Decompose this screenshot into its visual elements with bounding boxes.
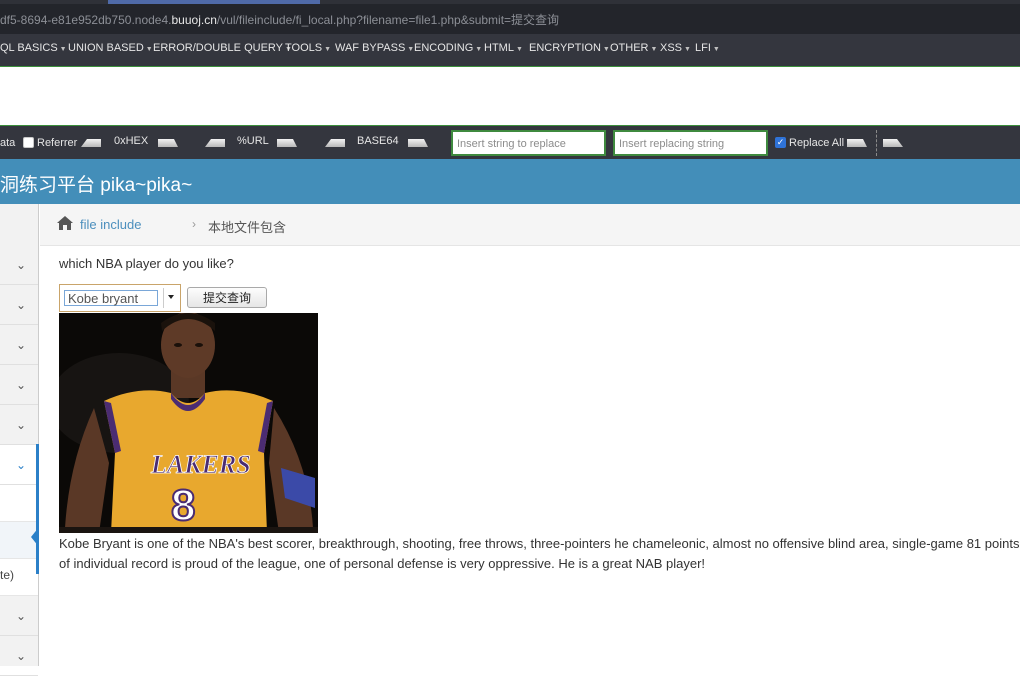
sidebar-item[interactable]: ⌄ bbox=[0, 245, 38, 285]
replace-all-checkbox[interactable]: ✓ bbox=[775, 137, 786, 148]
url-path: /vul/fileinclude/fi_local.php?filename=f… bbox=[216, 13, 560, 27]
home-icon[interactable] bbox=[56, 215, 74, 236]
sidebar-subitem[interactable] bbox=[0, 485, 38, 522]
chevron-down-icon: ⌄ bbox=[15, 338, 26, 352]
menu-tools[interactable]: TOOLS ▼ bbox=[285, 42, 331, 54]
chevron-down-icon: ▼ bbox=[59, 46, 67, 53]
replace-all-label: Replace All bbox=[789, 137, 845, 149]
breadcrumb-current: 本地文件包含 bbox=[208, 220, 287, 235]
menu-label: ERROR/DOUBLE QUERY bbox=[153, 42, 283, 54]
menu-xss[interactable]: XSS ▼ bbox=[660, 42, 691, 54]
sidebar-item[interactable]: ⌄ bbox=[0, 285, 38, 325]
chevron-down-icon: ⌄ bbox=[15, 649, 26, 663]
chevron-down-icon: ⌄ bbox=[15, 258, 26, 272]
menu-error-double-query[interactable]: ERROR/DOUBLE QUERY ▼ bbox=[153, 42, 292, 54]
chevron-down-icon: ▼ bbox=[684, 46, 691, 53]
chevron-down-icon: ⌄ bbox=[15, 458, 26, 472]
chevron-down-icon: ▼ bbox=[324, 46, 332, 53]
replacing-string-input[interactable]: Insert replacing string bbox=[613, 130, 768, 156]
question-text: which NBA player do you like? bbox=[59, 256, 234, 271]
sidebar-item-file-include[interactable]: ⌄ bbox=[0, 445, 38, 485]
menu-label: UNION BASED bbox=[68, 42, 144, 54]
sidebar-item[interactable]: ⌄ bbox=[0, 325, 38, 365]
active-tab-indicator bbox=[108, 0, 320, 4]
replace-string-input[interactable]: Insert string to replace bbox=[451, 130, 606, 156]
menu-encryption[interactable]: ENCRYPTION ▼ bbox=[529, 42, 610, 54]
url-decode-arrow-icon[interactable] bbox=[205, 139, 225, 147]
chevron-down-icon: ▼ bbox=[602, 46, 610, 53]
player-description: Kobe Bryant is one of the NBA's best sco… bbox=[59, 536, 1020, 571]
menu-waf-bypass[interactable]: WAF BYPASS ▼ bbox=[335, 42, 414, 54]
url-encode-arrow-icon[interactable] bbox=[277, 139, 297, 147]
menu-other[interactable]: OTHER ▼ bbox=[610, 42, 657, 54]
sidebar-item[interactable]: ⌄ bbox=[0, 365, 38, 405]
base64-encode-arrow-icon[interactable] bbox=[408, 139, 428, 147]
menu-label: LFI bbox=[695, 42, 711, 54]
base64-decode-arrow-icon[interactable] bbox=[325, 139, 345, 147]
svg-text:8: 8 bbox=[171, 481, 195, 530]
chevron-down-icon: ▼ bbox=[475, 46, 483, 53]
sidebar-item[interactable]: ⌄ bbox=[0, 636, 38, 676]
base64-label: BASE64 bbox=[357, 135, 399, 147]
breadcrumb-link-file-include[interactable]: file include bbox=[80, 217, 141, 232]
replace-arrow-icon[interactable] bbox=[847, 139, 867, 147]
menu-label: XSS bbox=[660, 42, 683, 54]
sidebar: ⌄ ⌄ ⌄ ⌄ ⌄ ⌄ te) ⌄ ⌄ bbox=[0, 204, 39, 676]
submit-query-button[interactable]: 提交查询 bbox=[187, 287, 267, 308]
url-prefix: df5-8694-e81e952db750.node4. bbox=[0, 13, 172, 27]
chevron-down-icon: ⌄ bbox=[15, 609, 26, 623]
referrer-checkbox[interactable] bbox=[23, 137, 34, 148]
sidebar-subitem-remote[interactable]: te) bbox=[0, 559, 38, 596]
menu-sql-basics[interactable]: QL BASICS ▼ bbox=[0, 42, 67, 54]
hackbar-toolbar: ata Referrer 0xHEX %URL BASE64 Insert st… bbox=[0, 126, 1020, 159]
active-section-bar bbox=[36, 444, 39, 574]
execute-arrow-icon[interactable] bbox=[883, 139, 903, 147]
menu-label: QL BASICS bbox=[0, 42, 58, 54]
post-data-label: ata bbox=[0, 137, 16, 149]
menu-lfi[interactable]: LFI ▼ bbox=[695, 42, 720, 54]
url-host: buuoj.cn bbox=[171, 13, 217, 27]
menu-encoding[interactable]: ENCODING ▼ bbox=[414, 42, 482, 54]
player-photo: LAKERS 8 bbox=[59, 313, 318, 533]
hex-decode-arrow-icon[interactable] bbox=[81, 139, 101, 147]
site-title[interactable]: 洞练习平台 pika~pika~ bbox=[0, 170, 192, 197]
breadcrumb: file include › 本地文件包含 bbox=[40, 204, 1020, 246]
menu-label: TOOLS bbox=[285, 42, 323, 54]
browser-url-bar[interactable]: df5-8694-e81e952db750.node4.buuoj.cn/vul… bbox=[0, 0, 1020, 35]
menu-label: ENCRYPTION bbox=[529, 42, 601, 54]
menu-label: ENCODING bbox=[414, 42, 474, 54]
chevron-down-icon: ⌄ bbox=[15, 378, 26, 392]
player-select[interactable]: Kobe bryant bbox=[59, 284, 181, 312]
svg-text:LAKERS: LAKERS bbox=[150, 450, 251, 479]
toolbar-divider bbox=[876, 130, 877, 156]
hex-label: 0xHEX bbox=[114, 135, 149, 147]
chevron-down-icon: ⌄ bbox=[15, 298, 26, 312]
chevron-down-icon: ▼ bbox=[145, 46, 153, 53]
menu-html[interactable]: HTML ▼ bbox=[484, 42, 523, 54]
menu-label: WAF BYPASS bbox=[335, 42, 406, 54]
chevron-down-icon: ▼ bbox=[650, 46, 658, 53]
url-label: %URL bbox=[237, 135, 269, 147]
dropdown-arrow-icon[interactable] bbox=[163, 288, 178, 308]
sidebar-item[interactable]: ⌄ bbox=[0, 596, 38, 636]
player-select-value: Kobe bryant bbox=[64, 290, 158, 306]
hex-encode-arrow-icon[interactable] bbox=[158, 139, 178, 147]
chevron-down-icon: ⌄ bbox=[15, 418, 26, 432]
menu-label: OTHER bbox=[610, 42, 649, 54]
sidebar-subitem-label: te) bbox=[0, 568, 15, 582]
breadcrumb-separator: › bbox=[192, 217, 196, 231]
chevron-down-icon: ▼ bbox=[515, 46, 523, 53]
hackbar-url-area[interactable] bbox=[0, 67, 1020, 126]
sidebar-item[interactable]: ⌄ bbox=[0, 405, 38, 445]
site-header: 洞练习平台 pika~pika~ bbox=[0, 159, 1020, 204]
hackbar-menu: QL BASICS ▼ UNION BASED ▼ ERROR/DOUBLE QUE… bbox=[0, 34, 1020, 67]
menu-union-based[interactable]: UNION BASED ▼ bbox=[68, 42, 153, 54]
referrer-label: Referrer bbox=[37, 137, 78, 149]
address-field[interactable]: df5-8694-e81e952db750.node4.buuoj.cn/vul… bbox=[0, 11, 559, 28]
chevron-down-icon: ▼ bbox=[712, 46, 720, 53]
menu-label: HTML bbox=[484, 42, 514, 54]
